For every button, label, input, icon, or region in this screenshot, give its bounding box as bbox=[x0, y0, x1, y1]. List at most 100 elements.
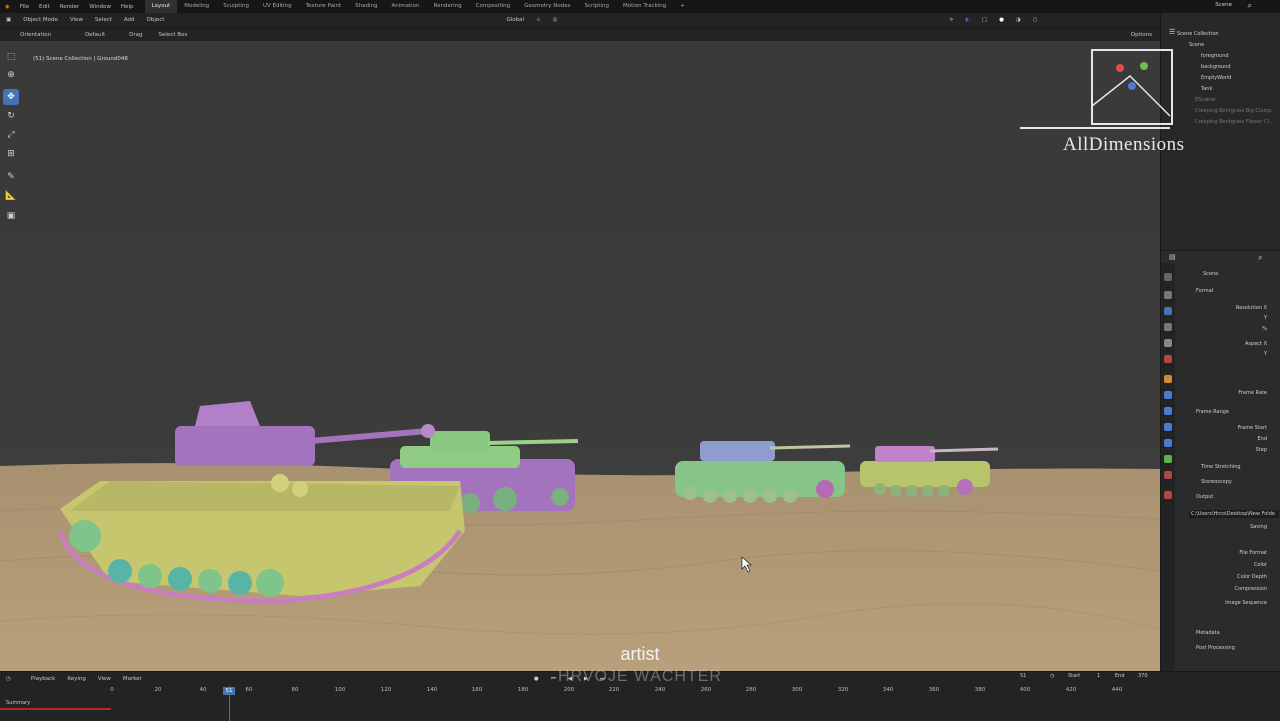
menu-edit[interactable]: Edit bbox=[34, 4, 55, 10]
dopesheet-summary[interactable]: Summary bbox=[0, 700, 111, 710]
search-icon[interactable]: ⌕ bbox=[1248, 1, 1252, 11]
mode-selector[interactable]: Object Mode bbox=[17, 17, 64, 23]
outliner-row[interactable]: EScatter bbox=[1195, 95, 1216, 105]
move-tool-icon[interactable]: ✥ bbox=[3, 89, 19, 105]
aspect-y-label: Y bbox=[1263, 351, 1267, 357]
current-frame-indicator[interactable]: 51 bbox=[223, 687, 235, 695]
menu-add[interactable]: Add bbox=[118, 17, 141, 23]
cursor-tool-icon[interactable]: ⊕ bbox=[3, 67, 19, 83]
frame-tick: 300 bbox=[791, 687, 803, 693]
drag-dropdown[interactable]: Select Box bbox=[151, 32, 196, 38]
modifier-tab-icon[interactable] bbox=[1164, 391, 1172, 399]
panel-frame-range[interactable]: Frame Range bbox=[1196, 409, 1229, 415]
tab-shading[interactable]: Shading bbox=[348, 0, 384, 13]
tab-scripting[interactable]: Scripting bbox=[578, 0, 616, 13]
tab-motion-tracking[interactable]: Motion Tracking bbox=[616, 0, 673, 13]
tab-texture-paint[interactable]: Texture Paint bbox=[299, 0, 349, 13]
tool-tab-icon[interactable] bbox=[1164, 273, 1172, 281]
render-tab-icon[interactable] bbox=[1164, 291, 1172, 299]
gizmo-toggle-icon[interactable]: ⟡ bbox=[943, 17, 959, 24]
view-layer-tab-icon[interactable] bbox=[1164, 323, 1172, 331]
frame-tick: 420 bbox=[1065, 687, 1077, 693]
panel-stereoscopy[interactable]: Stereoscopy bbox=[1201, 479, 1232, 485]
viewport-status: (51) Scene Collection | Ground048 bbox=[33, 56, 128, 62]
scale-tool-icon[interactable]: ⤢ bbox=[3, 127, 19, 143]
scene-tab-icon[interactable] bbox=[1164, 339, 1172, 347]
output-tab-icon[interactable] bbox=[1164, 307, 1172, 315]
outliner-row[interactable]: Scene bbox=[1189, 40, 1204, 50]
texture-tab-icon[interactable] bbox=[1164, 491, 1172, 499]
timeline-ruler[interactable]: 0 20 40 60 80 100 120 140 160 180 200 22… bbox=[0, 687, 1160, 697]
add-cube-tool-icon[interactable]: ▣ bbox=[3, 208, 19, 224]
world-tab-icon[interactable] bbox=[1164, 355, 1172, 363]
aspect-x-label: Aspect X bbox=[1245, 341, 1267, 347]
outliner-filter-icon[interactable]: ☰ bbox=[1169, 28, 1175, 36]
frame-tick: 340 bbox=[882, 687, 894, 693]
editor-type-icon[interactable]: ▣ bbox=[0, 17, 17, 23]
xray-toggle-icon[interactable]: ▢ bbox=[976, 17, 993, 23]
3d-viewport[interactable] bbox=[0, 41, 1160, 671]
shading-rendered-icon[interactable]: ○ bbox=[1027, 17, 1044, 23]
scene-selector[interactable]: Scene bbox=[1215, 2, 1232, 8]
resolution-x-label: Resolution X bbox=[1235, 305, 1267, 311]
rotate-tool-icon[interactable]: ↻ bbox=[3, 108, 19, 124]
outliner-row[interactable]: EmptyWorld bbox=[1201, 73, 1231, 83]
panel-metadata[interactable]: Metadata bbox=[1196, 630, 1220, 636]
outliner-row[interactable]: Creeping Bentgrass Big Clump bbox=[1195, 106, 1272, 116]
blender-logo-icon[interactable]: ◉ bbox=[0, 4, 15, 10]
panel-format[interactable]: Format bbox=[1196, 288, 1214, 294]
frame-tick: 260 bbox=[700, 687, 712, 693]
transform-tool-icon[interactable]: ⊞ bbox=[3, 146, 19, 162]
data-tab-icon[interactable] bbox=[1164, 455, 1172, 463]
properties-editor-icon[interactable]: ▤ bbox=[1169, 253, 1176, 261]
options-dropdown[interactable]: Options bbox=[1123, 32, 1160, 38]
physics-tab-icon[interactable] bbox=[1164, 423, 1172, 431]
frame-tick: 100 bbox=[334, 687, 346, 693]
frame-tick: 120 bbox=[380, 687, 392, 693]
menu-view[interactable]: View bbox=[64, 17, 89, 23]
particles-tab-icon[interactable] bbox=[1164, 407, 1172, 415]
panel-output[interactable]: Output bbox=[1196, 494, 1213, 500]
tab-uv-editing[interactable]: UV Editing bbox=[256, 0, 299, 13]
resolution-pct-label: % bbox=[1262, 326, 1267, 332]
tab-sculpting[interactable]: Sculpting bbox=[216, 0, 256, 13]
outliner-row[interactable]: Creeping Bentgrass Flower Cl... bbox=[1195, 117, 1274, 127]
frame-step-label: Step bbox=[1255, 447, 1267, 453]
tab-layout[interactable]: Layout bbox=[144, 0, 178, 13]
menu-object[interactable]: Object bbox=[141, 17, 171, 23]
menu-file[interactable]: File bbox=[15, 4, 34, 10]
overlay-toggle-icon[interactable]: ◐ bbox=[959, 17, 976, 23]
outliner-row[interactable]: Tank bbox=[1201, 84, 1212, 94]
output-path-field[interactable]: C:\Users\Hrco\Desktop\New Folde bbox=[1189, 510, 1279, 518]
tab-compositing[interactable]: Compositing bbox=[469, 0, 517, 13]
proportional-edit-icon[interactable]: ◎ bbox=[547, 17, 564, 23]
tab-modeling[interactable]: Modeling bbox=[177, 0, 216, 13]
menu-window[interactable]: Window bbox=[84, 4, 116, 10]
constraints-tab-icon[interactable] bbox=[1164, 439, 1172, 447]
properties-tabs bbox=[1161, 263, 1175, 672]
menu-render[interactable]: Render bbox=[55, 4, 85, 10]
menu-select[interactable]: Select bbox=[89, 17, 118, 23]
annotate-tool-icon[interactable]: ✎ bbox=[3, 169, 19, 185]
outliner-row[interactable]: background bbox=[1201, 62, 1231, 72]
shading-material-icon[interactable]: ◑ bbox=[1010, 17, 1027, 23]
material-tab-icon[interactable] bbox=[1164, 471, 1172, 479]
shading-solid-icon[interactable]: ● bbox=[993, 17, 1010, 23]
outliner-row[interactable]: foreground bbox=[1201, 51, 1229, 61]
menu-help[interactable]: Help bbox=[116, 4, 139, 10]
object-tab-icon[interactable] bbox=[1164, 375, 1172, 383]
select-tool-icon[interactable]: ⬚ bbox=[3, 49, 19, 65]
viewport-header: ▣ Object Mode View Select Add Object Glo… bbox=[0, 13, 1160, 27]
outliner-row[interactable]: Scene Collection bbox=[1177, 29, 1219, 39]
tab-geometry-nodes[interactable]: Geometry Nodes bbox=[517, 0, 577, 13]
orientation-dropdown[interactable]: Default bbox=[77, 32, 113, 38]
snap-icon[interactable]: ⊹ bbox=[530, 17, 547, 23]
panel-time-stretching[interactable]: Time Stretching bbox=[1201, 464, 1241, 470]
add-workspace-icon[interactable]: + bbox=[673, 0, 692, 13]
measure-tool-icon[interactable]: 📐 bbox=[3, 188, 19, 204]
tab-animation[interactable]: Animation bbox=[384, 0, 426, 13]
properties-search-icon[interactable]: ⌕ bbox=[1258, 253, 1262, 263]
transform-orientation-dropdown[interactable]: Global bbox=[500, 17, 530, 23]
tab-rendering[interactable]: Rendering bbox=[427, 0, 469, 13]
image-sequence-label: Image Sequence bbox=[1225, 600, 1267, 606]
